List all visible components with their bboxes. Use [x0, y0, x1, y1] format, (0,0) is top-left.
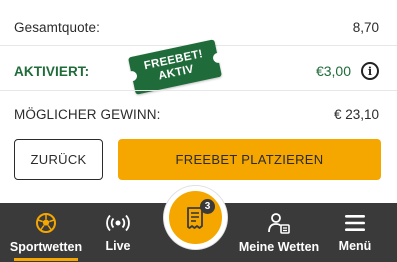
- activated-value-group: €3,00 i: [316, 62, 379, 80]
- divider: [0, 90, 397, 91]
- nav-item-menu[interactable]: Menü: [335, 203, 375, 262]
- total-odds-row: Gesamtquote: 8,70: [14, 16, 379, 38]
- nav-label-menu: Menü: [338, 238, 372, 253]
- hamburger-menu-icon: [345, 214, 365, 231]
- info-icon[interactable]: i: [361, 62, 379, 80]
- soccer-ball-icon: [36, 212, 56, 233]
- total-odds-label: Gesamtquote:: [14, 19, 100, 35]
- betslip-button[interactable]: 3: [164, 186, 227, 249]
- possible-win-value: € 23,10: [333, 106, 379, 122]
- place-freebet-button[interactable]: FREEBET PLATZIEREN: [118, 139, 381, 180]
- betslip-summary: Gesamtquote: 8,70 AKTIVIERT: €3,00 i FRE…: [0, 0, 397, 200]
- betslip-count-badge: 3: [200, 199, 215, 214]
- active-indicator: [14, 258, 78, 261]
- activated-label: AKTIVIERT:: [14, 63, 90, 79]
- possible-win-label: MÖGLICHER GEWINN:: [14, 106, 161, 122]
- total-odds-value: 8,70: [352, 19, 379, 35]
- nav-label-sportwetten: Sportwetten: [9, 239, 83, 254]
- activated-value: €3,00: [315, 63, 351, 79]
- nav-item-sportwetten[interactable]: Sportwetten: [10, 203, 82, 262]
- back-button[interactable]: ZURÜCK: [14, 139, 103, 180]
- nav-label-live: Live: [105, 238, 131, 253]
- freebet-active-stamp: FREEBET! AKTIV: [128, 39, 222, 95]
- nav-label-meine-wetten: Meine Wetten: [238, 239, 320, 254]
- user-bets-icon: [268, 212, 290, 234]
- possible-win-row: MÖGLICHER GEWINN: € 23,10: [14, 103, 379, 125]
- nav-item-live[interactable]: Live: [97, 203, 139, 262]
- live-broadcast-icon: [106, 214, 130, 231]
- nav-item-meine-wetten[interactable]: Meine Wetten: [238, 203, 320, 262]
